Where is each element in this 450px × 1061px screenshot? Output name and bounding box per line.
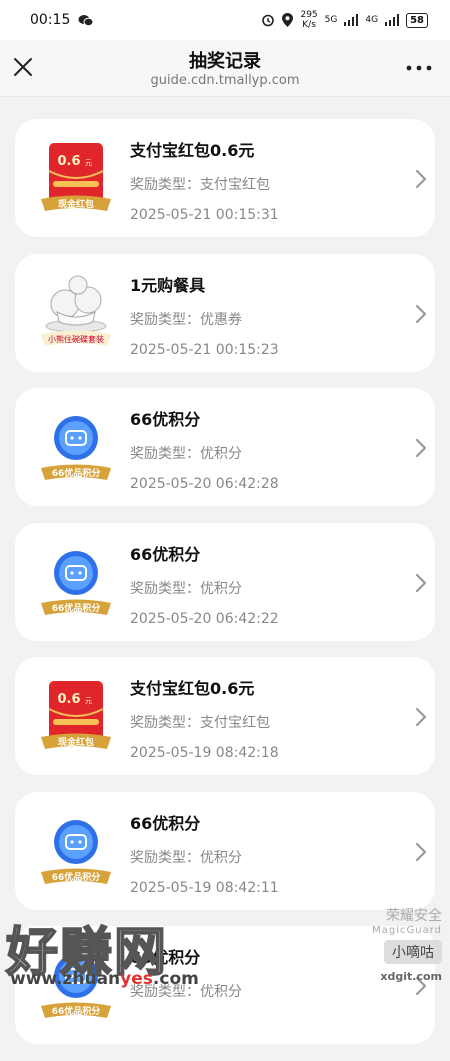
record-card[interactable]: 66优品积分 66优积分 奖励类型：优积分 2025-05-20 06:42:2… (15, 388, 435, 506)
chevron-right-icon (415, 707, 427, 727)
record-card[interactable]: 66优品积分 66优积分 奖励类型：优积分 2025-05-20 06:42:2… (15, 522, 435, 641)
record-type: 奖励类型：优积分 (130, 849, 242, 866)
svg-text:现金红包: 现金红包 (58, 736, 94, 748)
points-coin-icon: 66优品积分 (41, 416, 111, 480)
battery-indicator: 58 (406, 12, 428, 28)
chevron-right-icon (415, 842, 427, 861)
record-title: 支付宝红包0.6元 (130, 679, 255, 698)
svg-text:0.6: 0.6 (57, 154, 80, 169)
record-time: 2025-05-21 00:15:31 (130, 207, 279, 223)
record-title: 66优积分 (130, 544, 201, 564)
record-time: 2025-05-19 08:42:11 (130, 879, 279, 896)
more-options-icon[interactable] (404, 58, 434, 78)
record-title: 66优积分 (130, 410, 201, 429)
record-time: 2025-05-20 06:42:28 (130, 476, 279, 492)
svg-text:元: 元 (85, 697, 92, 705)
signal-bars-icon (385, 14, 400, 26)
wechat-icon (78, 14, 94, 26)
record-time: 2025-05-20 06:42:22 (130, 610, 279, 627)
chevron-right-icon (415, 169, 427, 189)
svg-text:66优品积分: 66优品积分 (52, 871, 101, 883)
chevron-right-icon (415, 304, 427, 323)
red-envelope-icon: 0.6 元 现金红包 (41, 143, 111, 211)
svg-text:现金红包: 现金红包 (58, 198, 94, 210)
record-list: 0.6 元 现金红包 支付宝红包0.6元 奖励类型：支付宝红包 2025-05-… (15, 119, 435, 1061)
network-speed: 295 K/s (300, 10, 318, 30)
status-time: 00:15 (30, 12, 71, 28)
signal-bars-icon (344, 14, 359, 26)
page-url: guide.cdn.tmallyp.com (150, 73, 300, 88)
points-coin-icon: 66优品积分 (41, 550, 111, 615)
red-envelope-icon: 0.6 元 现金红包 (41, 681, 111, 749)
chevron-right-icon (415, 438, 427, 458)
svg-text:小熊住碗碟套装: 小熊住碗碟套装 (48, 334, 104, 344)
record-card[interactable]: 0.6 元 现金红包 支付宝红包0.6元 奖励类型：支付宝红包 2025-05-… (15, 119, 435, 237)
record-card[interactable]: 66优品积分 66优积分 奖励类型：优积分 (15, 926, 435, 1044)
record-title: 66优积分 (130, 813, 201, 833)
page-title: 抽奖记录 (189, 51, 261, 72)
status-bar: 00:15 295 K/s 5G 4G 58 (0, 0, 450, 40)
record-title: 66优积分 (130, 948, 201, 967)
svg-text:元: 元 (85, 159, 92, 167)
location-icon (282, 13, 294, 27)
record-type: 奖励类型：支付宝红包 (130, 177, 270, 193)
record-title: 支付宝红包0.6元 (130, 141, 255, 160)
points-coin-icon: 66优品积分 (41, 954, 111, 1018)
record-type: 奖励类型：优惠券 (130, 311, 242, 328)
record-card[interactable]: 小熊住碗碟套装 1元购餐具 奖励类型：优惠券 2025-05-21 00:15:… (15, 253, 435, 372)
record-card[interactable]: 66优品积分 66优积分 奖励类型：优积分 2025-05-19 08:42:1… (15, 791, 435, 910)
signal-4g-label: 4G (365, 15, 379, 25)
signal-5g-label: 5G (324, 15, 338, 25)
svg-text:0.6: 0.6 (57, 692, 80, 707)
tableware-icon: 小熊住碗碟套装 (41, 275, 111, 346)
chevron-right-icon (415, 573, 427, 592)
alarm-icon (262, 14, 275, 27)
record-card[interactable]: 0.6 元 现金红包 支付宝红包0.6元 奖励类型：支付宝红包 2025-05-… (15, 657, 435, 775)
record-type: 奖励类型：优积分 (130, 984, 242, 1000)
chevron-right-icon (415, 976, 427, 996)
title-bar: 抽奖记录 guide.cdn.tmallyp.com (0, 40, 450, 97)
svg-text:66优品积分: 66优品积分 (52, 602, 101, 614)
svg-text:66优品积分: 66优品积分 (52, 1005, 101, 1017)
record-type: 奖励类型：支付宝红包 (130, 715, 270, 731)
record-time: 2025-05-19 08:42:18 (130, 745, 279, 761)
record-time: 2025-05-21 00:15:23 (130, 341, 279, 358)
record-title: 1元购餐具 (130, 275, 206, 295)
svg-text:66优品积分: 66优品积分 (52, 467, 101, 479)
record-type: 奖励类型：优积分 (130, 446, 242, 462)
points-coin-icon: 66优品积分 (41, 819, 111, 884)
record-type: 奖励类型：优积分 (130, 580, 242, 597)
